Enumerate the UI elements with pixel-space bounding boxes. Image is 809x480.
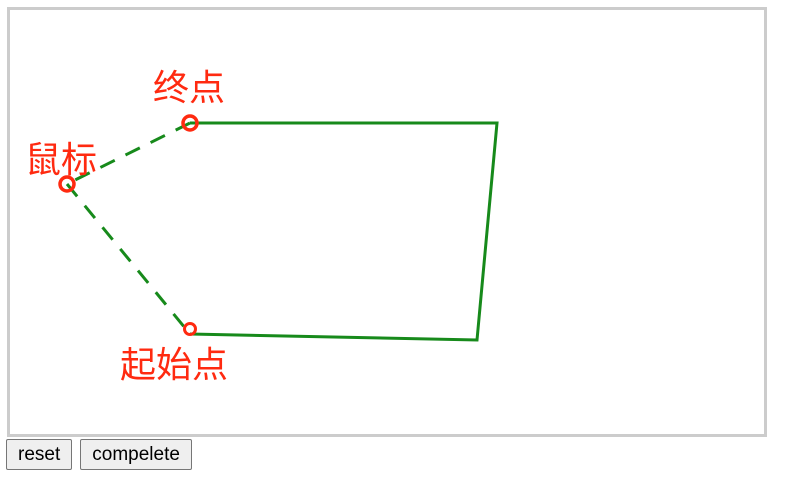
polygon-edges <box>189 121 499 342</box>
mouse-label: 鼠标 <box>25 140 97 181</box>
reset-button[interactable]: reset <box>6 439 73 470</box>
start-point-label: 起始点 <box>120 345 228 386</box>
preview-line-mouse-to-start <box>65 183 192 335</box>
drawing-canvas[interactable]: 终点 鼠标 起始点 <box>7 7 767 437</box>
end-point-label: 终点 <box>153 68 225 109</box>
button-row: reset compelete <box>6 439 192 471</box>
start-point-marker[interactable] <box>183 322 197 336</box>
complete-button[interactable]: compelete <box>80 439 192 470</box>
canvas-svg[interactable]: 终点 鼠标 起始点 <box>10 10 764 434</box>
